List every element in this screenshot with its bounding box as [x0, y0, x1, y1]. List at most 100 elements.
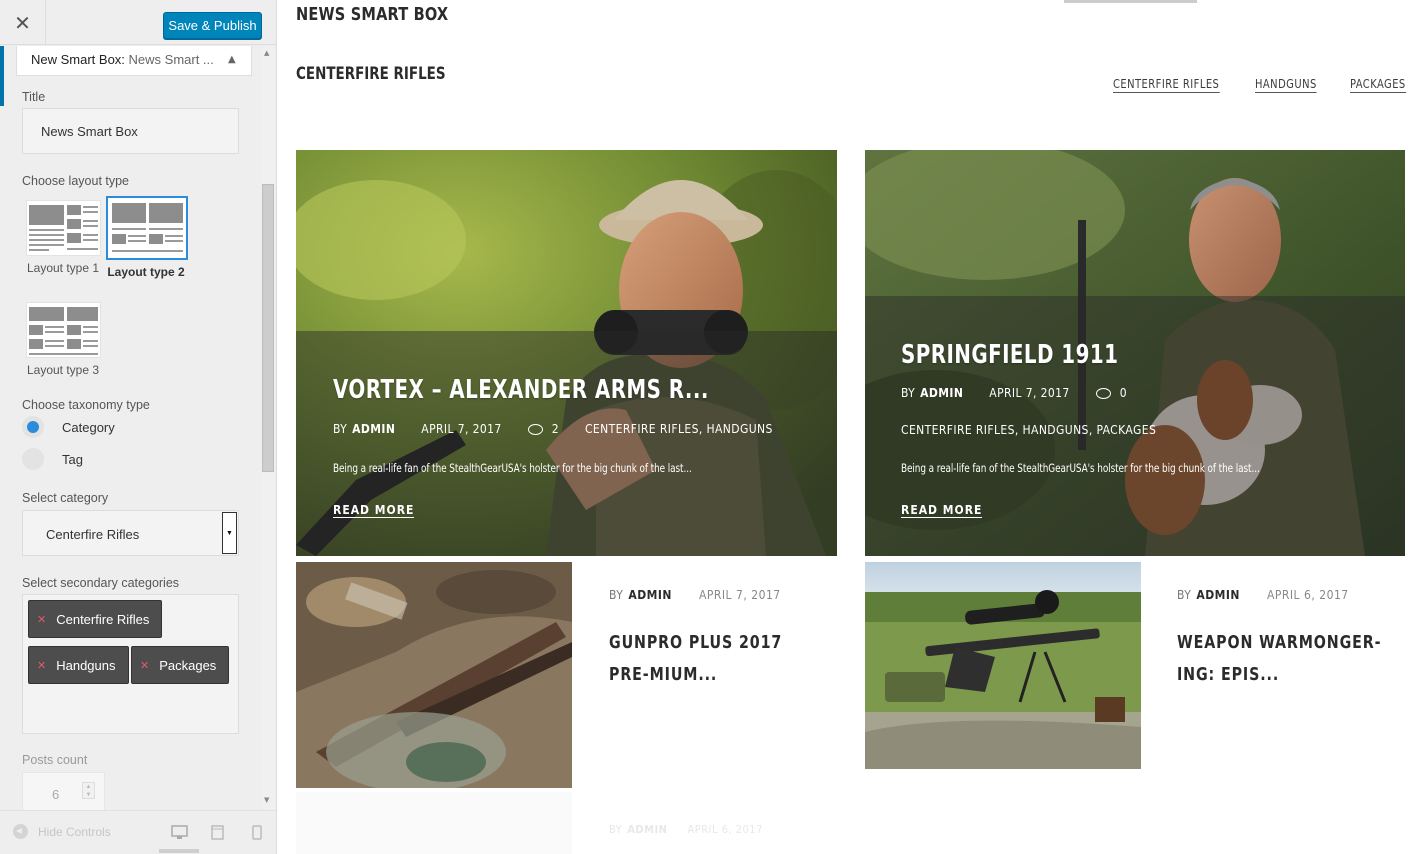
chevron-down-icon[interactable]: ▼: [222, 512, 237, 554]
hide-controls-label: Hide Controls: [38, 824, 111, 839]
section-panel: New Smart Box: News Smart ... ▲ Title Ne…: [0, 46, 260, 810]
post-meta: BY ADMIN APRIL 7, 2017: [609, 588, 781, 602]
featured-post-title[interactable]: SPRINGFIELD 1911: [901, 340, 1118, 370]
layout-2-label: Layout type 2: [107, 265, 185, 279]
post-categories[interactable]: CENTERFIRE RIFLES, HANDGUNS, PACKAGES: [901, 423, 1156, 437]
post-thumbnail[interactable]: [296, 562, 572, 788]
by-label: BY: [333, 422, 348, 436]
layout-option-3[interactable]: Layout type 3: [23, 302, 103, 377]
remove-icon[interactable]: ✕: [140, 659, 149, 672]
tab-centerfire-rifles[interactable]: CENTERFIRE RIFLES: [1113, 77, 1220, 93]
author-link[interactable]: ADMIN: [628, 588, 672, 602]
layout-2-thumbnail: [106, 196, 188, 260]
comment-icon: [527, 423, 543, 435]
post-date: APRIL 6, 2017: [687, 823, 763, 836]
posts-count-input[interactable]: 6 ▲ ▼: [22, 772, 105, 810]
tag-radio[interactable]: [22, 448, 44, 470]
post-categories[interactable]: CENTERFIRE RIFLES, HANDGUNS: [585, 422, 773, 436]
chip-label: Centerfire Rifles: [56, 611, 150, 627]
layout-option-2[interactable]: Layout type 2: [106, 196, 188, 279]
comments-number: 2: [551, 422, 559, 436]
author-link[interactable]: ADMIN: [352, 422, 395, 436]
secondary-categories-field[interactable]: ✕ Centerfire Rifles ✕ Handguns ✕ Packages: [22, 594, 239, 734]
by-label: BY: [1177, 588, 1192, 602]
hide-controls-button[interactable]: Hide Controls: [13, 824, 111, 839]
faded-thumbnail: [296, 792, 572, 854]
chip-packages[interactable]: ✕ Packages: [131, 646, 230, 684]
chip-handguns[interactable]: ✕ Handguns: [28, 646, 129, 684]
post-thumbnail[interactable]: [865, 562, 1141, 769]
comment-icon: [1095, 387, 1111, 399]
box-title: NEWS SMART BOX: [296, 4, 449, 25]
comments-count[interactable]: 0: [1095, 386, 1127, 400]
post-title[interactable]: WEAPON WARMONGER-ING: EPIS...: [1177, 627, 1388, 691]
top-divider: [1064, 0, 1197, 3]
author-link[interactable]: ADMIN: [920, 386, 963, 400]
post-excerpt: Being a real-life fan of the StealthGear…: [901, 461, 1260, 475]
layout-1-thumbnail: [25, 200, 101, 256]
card-overlay: [296, 331, 837, 556]
mobile-icon[interactable]: [252, 825, 262, 840]
select-category-label: Select category: [22, 491, 109, 505]
device-active-indicator: [159, 849, 199, 853]
remove-icon[interactable]: ✕: [37, 659, 46, 672]
chip-centerfire-rifles[interactable]: ✕ Centerfire Rifles: [28, 600, 163, 638]
post-excerpt: Being a real-life fan of the StealthGear…: [333, 461, 692, 475]
save-publish-button[interactable]: Save & Publish: [163, 12, 262, 39]
by-label: BY: [609, 588, 624, 602]
read-more-link[interactable]: READ MORE: [901, 503, 983, 518]
collapse-icon: [13, 824, 28, 839]
layout-1-label: Layout type 1: [26, 261, 100, 275]
post-title[interactable]: GUNPRO PLUS 2017 PRE-MIUM...: [609, 627, 820, 691]
category-heading: CENTERFIRE RIFLES: [296, 64, 446, 84]
collapse-arrow-icon[interactable]: ▲: [228, 54, 236, 65]
tab-handguns[interactable]: HANDGUNS: [1255, 77, 1317, 93]
tab-packages[interactable]: PACKAGES: [1350, 77, 1406, 93]
site-preview: NEWS SMART BOX CENTERFIRE RIFLES CENTERF…: [277, 0, 1419, 854]
faded-post-row: [296, 792, 1419, 854]
comments-count[interactable]: 2: [527, 422, 559, 436]
featured-post-meta: BY ADMIN APRIL 7, 2017 0: [901, 386, 1127, 400]
scrollbar-thumb[interactable]: [262, 184, 274, 472]
featured-post-card[interactable]: SPRINGFIELD 1911 BY ADMIN APRIL 7, 2017 …: [865, 150, 1405, 556]
layout-3-label: Layout type 3: [26, 363, 100, 377]
customizer-app: ✕ Save & Publish New Smart Box: News Sma…: [0, 0, 1419, 854]
scroll-up-icon[interactable]: ▲: [264, 49, 269, 57]
chip-label: Handguns: [56, 657, 116, 673]
by-label: BY: [901, 386, 916, 400]
stepper-icon[interactable]: ▲ ▼: [82, 782, 95, 799]
section-title[interactable]: New Smart Box: News Smart ...: [16, 46, 252, 76]
author-link[interactable]: ADMIN: [1196, 588, 1240, 602]
scroll-down-icon[interactable]: ▼: [264, 796, 269, 804]
post-date: APRIL 7, 2017: [698, 588, 781, 602]
comments-number: 0: [1119, 386, 1127, 400]
category-radio-label: Category: [62, 419, 115, 435]
remove-icon[interactable]: ✕: [37, 613, 46, 626]
tablet-icon[interactable]: [211, 825, 224, 840]
read-more-link[interactable]: READ MORE: [333, 503, 415, 518]
customizer-sidebar: ✕ Save & Publish New Smart Box: News Sma…: [0, 0, 277, 854]
taxonomy-category-option[interactable]: Category: [22, 416, 115, 438]
title-input[interactable]: News Smart Box: [22, 108, 239, 154]
featured-post-meta: BY ADMIN APRIL 7, 2017 2 CENTERFIRE RIFL…: [333, 422, 773, 436]
posts-count-label: Posts count: [22, 753, 88, 767]
category-select[interactable]: Centerfire Rifles ▼: [22, 510, 239, 556]
featured-post-card[interactable]: VORTEX – ALEXANDER ARMS R... BY ADMIN AP…: [296, 150, 837, 556]
taxonomy-tag-option[interactable]: Tag: [22, 448, 83, 470]
faded-post-meta: BY ADMIN APRIL 6, 2017: [609, 823, 763, 836]
layout-option-1[interactable]: Layout type 1: [23, 200, 103, 275]
scoped-rifle-photo: [865, 562, 1141, 769]
desktop-icon[interactable]: [171, 825, 188, 840]
customizer-footer: Hide Controls: [0, 810, 276, 854]
posts-count-value: 6: [52, 787, 60, 802]
post-meta: BY ADMIN APRIL 6, 2017: [1177, 588, 1349, 602]
taxonomy-label: Choose taxonomy type: [22, 398, 150, 412]
sidebar-scrollbar[interactable]: ▲ ▼: [261, 46, 275, 810]
layout-type-label: Choose layout type: [22, 174, 130, 188]
featured-post-title[interactable]: VORTEX – ALEXANDER ARMS R...: [333, 375, 709, 405]
section-title-prefix: New Smart Box:: [31, 52, 125, 67]
close-icon[interactable]: ✕: [0, 0, 46, 45]
section-title-rest: News Smart ...: [124, 52, 214, 67]
category-radio[interactable]: [22, 416, 44, 438]
post-date: APRIL 6, 2017: [1266, 588, 1349, 602]
